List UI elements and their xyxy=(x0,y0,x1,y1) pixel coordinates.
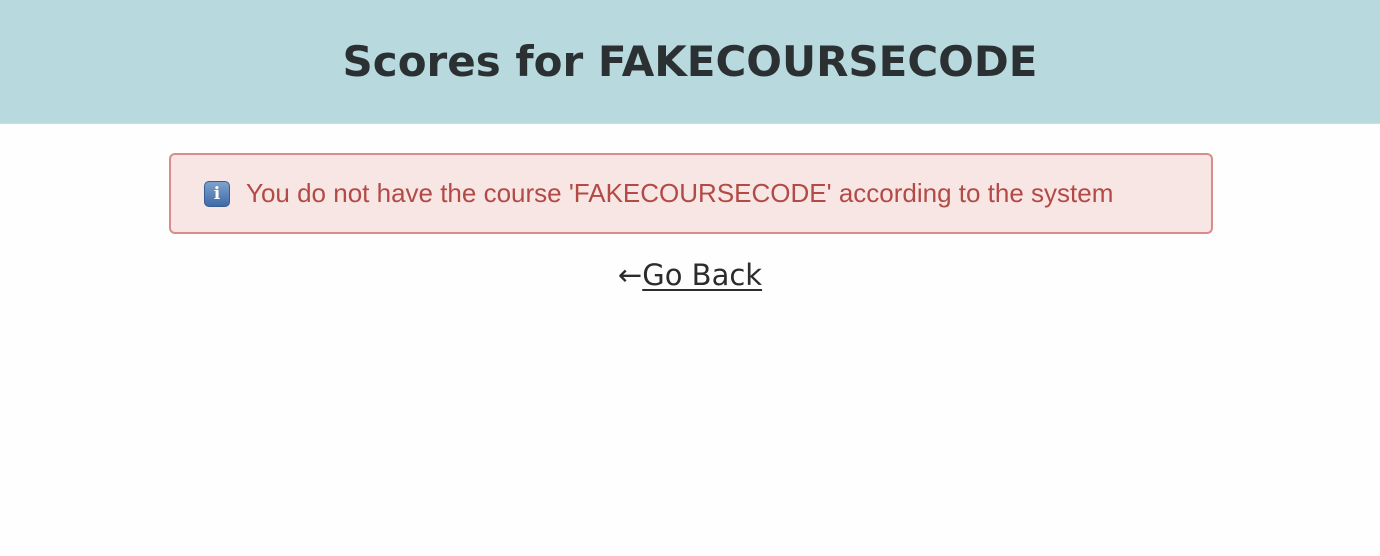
back-navigation: ←Go Back xyxy=(0,258,1380,292)
error-alert: i You do not have the course 'FAKECOURSE… xyxy=(169,153,1213,234)
page-title: Scores for FAKECOURSECODE xyxy=(342,37,1038,86)
alert-message: You do not have the course 'FAKECOURSECO… xyxy=(246,178,1114,208)
left-arrow-icon: ← xyxy=(617,258,643,292)
go-back-link[interactable]: Go Back xyxy=(642,258,762,292)
info-icon: i xyxy=(204,180,230,207)
page-header: Scores for FAKECOURSECODE xyxy=(0,0,1380,124)
